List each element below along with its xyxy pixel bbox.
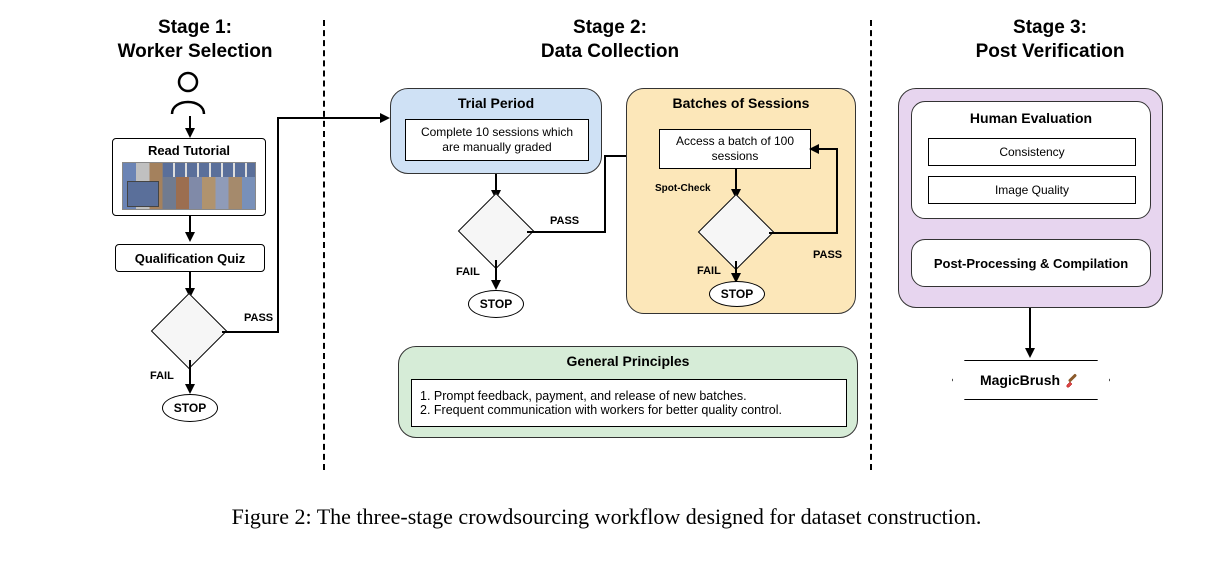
figure-caption: Figure 2: The three-stage crowdsourcing … xyxy=(0,504,1213,530)
arrow-user-tutorial xyxy=(185,116,195,138)
spot-check-label: Spot-Check xyxy=(655,183,711,194)
principle-line-2: 2. Frequent communication with workers f… xyxy=(420,403,782,417)
stage1-stop: STOP xyxy=(162,394,218,422)
batches-stop: STOP xyxy=(709,281,765,307)
stage1-stop-label: STOP xyxy=(174,401,206,415)
batches-pass-label: PASS xyxy=(813,249,842,261)
image-quality-box: Image Quality xyxy=(928,176,1136,204)
trial-period-title: Trial Period xyxy=(391,95,601,111)
consistency-label: Consistency xyxy=(999,145,1064,159)
read-tutorial-label: Read Tutorial xyxy=(148,143,230,158)
batches-stop-label: STOP xyxy=(721,287,753,301)
principles-panel: General Principles 1. Prompt feedback, p… xyxy=(398,346,858,438)
batches-title: Batches of Sessions xyxy=(627,95,855,111)
magicbrush-hexagon: MagicBrush xyxy=(952,360,1110,400)
trial-stop: STOP xyxy=(468,290,524,318)
magicbrush-label: MagicBrush xyxy=(980,372,1060,388)
diagram-container: Stage 1: Worker Selection Stage 2: Data … xyxy=(0,0,1213,569)
batches-fail-label: FAIL xyxy=(697,265,721,277)
human-eval-title: Human Evaluation xyxy=(912,110,1150,126)
arrow-tutorial-quiz xyxy=(185,216,195,242)
arrow-trial-fail xyxy=(491,260,501,290)
stage3-title: Stage 3: Post Verification xyxy=(940,16,1160,64)
stage3-panel: Human Evaluation Consistency Image Quali… xyxy=(898,88,1163,308)
arrow-stage3-output xyxy=(1025,308,1035,358)
batches-panel: Batches of Sessions Access a batch of 10… xyxy=(626,88,856,314)
principles-box: 1. Prompt feedback, payment, and release… xyxy=(411,379,847,427)
trial-fail-label: FAIL xyxy=(456,266,480,278)
consistency-box: Consistency xyxy=(928,138,1136,166)
principles-title: General Principles xyxy=(399,353,857,369)
trial-stop-label: STOP xyxy=(480,297,512,311)
divider-2 xyxy=(870,20,872,470)
arrow-batches-fail xyxy=(731,261,741,283)
trial-decision-diamond xyxy=(458,193,534,269)
brush-icon xyxy=(1064,370,1082,391)
human-eval-panel: Human Evaluation Consistency Image Quali… xyxy=(911,101,1151,219)
arrow-batches-pass-loop xyxy=(767,139,847,239)
stage1-title: Stage 1: Worker Selection xyxy=(95,16,295,64)
principle-line-1: 1. Prompt feedback, payment, and release… xyxy=(420,389,747,403)
stage2-title: Stage 2: Data Collection xyxy=(500,16,720,64)
stage1-decision-diamond xyxy=(151,293,227,369)
stage1-fail-label: FAIL xyxy=(150,370,174,382)
user-icon xyxy=(168,70,208,119)
batches-decision-diamond xyxy=(698,194,774,270)
post-processing-panel: Post-Processing & Compilation xyxy=(911,239,1151,287)
image-quality-label: Image Quality xyxy=(995,183,1069,197)
arrow-stage1-pass xyxy=(220,112,390,334)
arrow-stage1-fail xyxy=(185,360,195,394)
post-processing-label: Post-Processing & Compilation xyxy=(934,256,1128,271)
